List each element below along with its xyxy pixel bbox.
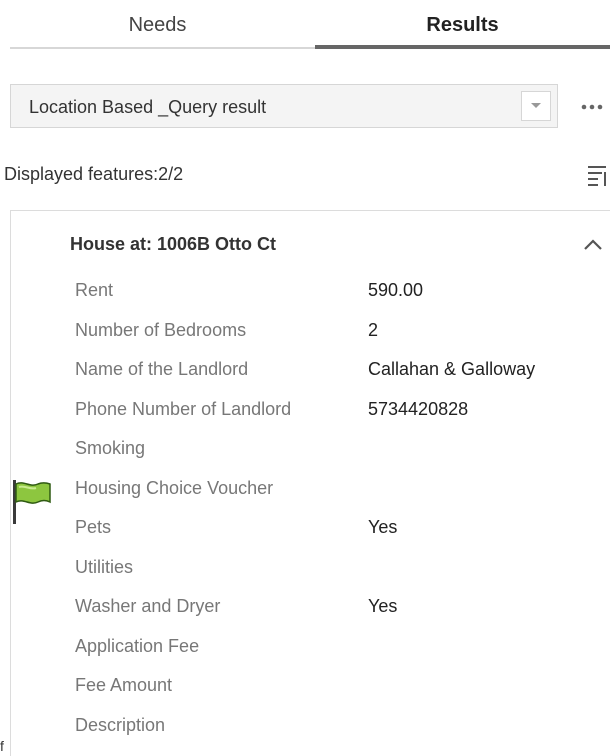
attribute-row: Fee Amount (75, 667, 605, 707)
attribute-key: Description (75, 714, 166, 735)
attribute-value: Callahan & Galloway (368, 359, 536, 379)
attribute-value: Yes (368, 517, 398, 537)
flag-icon[interactable] (10, 478, 54, 526)
attribute-row: Housing Choice Voucher (75, 470, 605, 510)
chevron-down-icon[interactable] (521, 91, 551, 121)
cut-off-text: f (0, 738, 4, 754)
more-horizontal-icon[interactable] (580, 95, 610, 115)
attribute-row: Washer and Dryer Yes (75, 588, 605, 628)
attribute-key: Rent (75, 280, 114, 300)
tab-bar: Needs Results (0, 0, 610, 52)
attribute-key: Name of the Landlord (75, 359, 249, 379)
query-select[interactable]: Location Based _Query result (10, 84, 558, 128)
attribute-row: Smoking (75, 430, 605, 470)
chevron-up-icon[interactable] (582, 234, 604, 256)
attribute-row: Pets Yes (75, 509, 605, 549)
attribute-row: Name of the Landlord Callahan & Galloway (75, 351, 605, 391)
attribute-key: Fee Amount (75, 675, 173, 695)
attribute-row: Phone Number of Landlord 5734420828 (75, 391, 605, 431)
attribute-key: Number of Bedrooms (75, 319, 247, 340)
tab-results[interactable]: Results (315, 0, 610, 50)
feature-title[interactable]: House at: 1006B Otto Ct (70, 234, 276, 255)
attribute-row: Rent 590.00 (75, 272, 605, 312)
list-sort-icon[interactable] (588, 164, 610, 186)
attribute-key: Phone Number of Landlord (75, 398, 292, 419)
attribute-key: Pets (75, 517, 112, 537)
attribute-value: 590.00 (368, 280, 424, 300)
attribute-row: Description (75, 707, 605, 747)
attribute-key: Housing Choice Voucher (75, 477, 274, 498)
attribute-value: Yes (368, 596, 398, 616)
attribute-row: Application Fee (75, 628, 605, 668)
attribute-row: Utilities (75, 549, 605, 589)
attribute-value: 5734420828 (368, 398, 469, 419)
attribute-key: Washer and Dryer (75, 596, 221, 616)
query-select-value: Location Based _Query result (29, 97, 267, 117)
attribute-table: Rent 590.00 Number of Bedrooms 2 Name of t… (75, 272, 605, 746)
displayed-features-count: Displayed features:2/2 (4, 164, 184, 184)
attribute-key: Smoking (75, 438, 146, 458)
attribute-value: 2 (368, 319, 379, 340)
attribute-key: Application Fee (75, 635, 200, 656)
attribute-key: Utilities (75, 556, 134, 577)
tab-active-indicator (315, 45, 610, 49)
attribute-row: Number of Bedrooms 2 (75, 312, 605, 352)
tab-needs[interactable]: Needs (0, 0, 315, 50)
